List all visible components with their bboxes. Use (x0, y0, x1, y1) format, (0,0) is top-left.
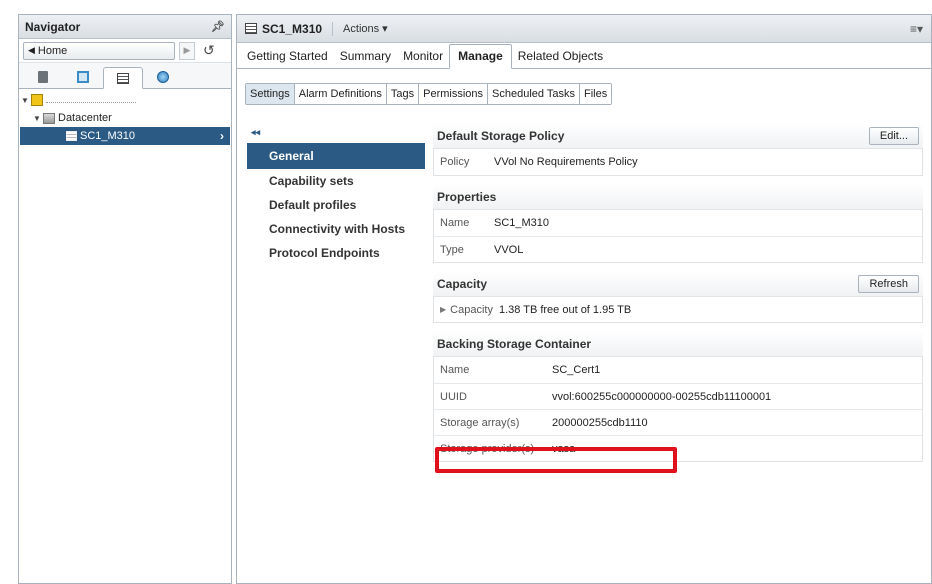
home-label: Home (37, 44, 68, 57)
navigator-header: Navigator 📌︎ (19, 15, 231, 39)
manage-subtabs: Settings Alarm Definitions Tags Permissi… (245, 83, 613, 105)
tree-item-vcenter[interactable]: ▼ (19, 91, 231, 109)
datacenter-label: Datacenter (58, 112, 112, 124)
expand-icon[interactable]: ▼ (21, 96, 31, 105)
section-properties: Properties (433, 184, 923, 210)
edit-button[interactable]: Edit... (868, 126, 919, 145)
tree-item-datacenter[interactable]: ▼ Datacenter (19, 109, 231, 127)
forward-button[interactable]: ▶ (179, 41, 195, 60)
menu-icon[interactable]: ≡▾ (910, 22, 923, 36)
section-title: Capacity (437, 276, 488, 291)
hosts-clusters-tab[interactable] (23, 66, 63, 88)
general-content: Default Storage Policy Edit... Policy VV… (433, 123, 923, 462)
refresh-button[interactable]: Refresh (858, 274, 919, 293)
navigator-pane: Navigator 📌︎ ◀ Home ▶ ↺ ▼ ▼ Datacenter S… (18, 14, 232, 584)
subtab-scheduled-tasks[interactable]: Scheduled Tasks (488, 84, 581, 104)
type-key: Type (440, 243, 464, 256)
network-icon (157, 71, 169, 83)
table-row: Storage array(s) 200000255cdb1110 (434, 409, 922, 435)
policy-value: VVol No Requirements Policy (494, 156, 638, 168)
expand-icon[interactable]: ▼ (33, 114, 43, 123)
object-tabs: Getting Started Summary Monitor Manage R… (237, 43, 931, 69)
settings-nav-general[interactable]: General (247, 143, 425, 169)
datacenter-icon (43, 112, 55, 124)
object-title: SC1_M310 (262, 21, 334, 36)
table-row: UUID vvol:600255c000000000-00255cdb11100… (434, 383, 922, 409)
history-icon[interactable]: ↺ (203, 42, 215, 59)
object-header: SC1_M310 Actions ▾ ≡▾ (237, 15, 931, 43)
policy-table: Policy VVol No Requirements Policy (433, 149, 923, 176)
datastore-icon (66, 131, 77, 141)
vm-icon (77, 71, 89, 83)
subtab-alarm-definitions[interactable]: Alarm Definitions (294, 84, 387, 104)
subtab-tags[interactable]: Tags (386, 84, 420, 104)
capacity-value: 1.38 TB free out of 1.95 TB (498, 303, 632, 316)
backing-value: vvol:600255c000000000-00255cdb11100001 (552, 390, 772, 403)
subtab-settings[interactable]: Settings (246, 84, 295, 104)
settings-nav-capability-sets[interactable]: Capability sets (247, 169, 425, 193)
backing-value: 200000255cdb1110 (552, 416, 648, 429)
section-title: Properties (437, 189, 497, 204)
networking-tab[interactable] (143, 66, 183, 88)
navigator-title: Navigator (25, 19, 81, 34)
collapse-icon[interactable]: ◂◂ (247, 127, 425, 143)
section-title: Backing Storage Container (437, 336, 592, 351)
pin-icon[interactable]: 📌︎ (211, 20, 225, 33)
settings-nav-connectivity-hosts[interactable]: Connectivity with Hosts (247, 217, 425, 241)
backing-key: Storage array(s) (440, 416, 520, 429)
actions-menu[interactable]: Actions ▾ (343, 22, 388, 35)
storage-tab[interactable] (103, 67, 143, 89)
backing-key: UUID (440, 390, 467, 403)
tab-manage[interactable]: Manage (449, 44, 512, 69)
backing-key: Name (440, 364, 470, 376)
capacity-row[interactable]: ▶ Capacity 1.38 TB free out of 1.95 TB (433, 297, 923, 323)
table-row: Name SC1_M310 (434, 210, 922, 236)
storage-icon (117, 72, 129, 84)
vcenter-label (46, 97, 136, 103)
section-title: Default Storage Policy (437, 128, 565, 143)
tab-getting-started[interactable]: Getting Started (241, 49, 334, 68)
datastore-label: SC1_M310 (80, 130, 136, 142)
tree-item-selected-datastore[interactable]: SC1_M310 › (20, 127, 230, 145)
settings-nav-default-profiles[interactable]: Default profiles (247, 193, 425, 217)
back-arrow-icon: ◀ (28, 45, 35, 55)
section-default-storage-policy: Default Storage Policy Edit... (433, 123, 923, 149)
expand-triangle-icon[interactable]: ▶ (440, 305, 446, 314)
capacity-label: Capacity (450, 303, 493, 316)
home-row: ◀ Home ▶ ↺ (19, 39, 231, 63)
inventory-tree: ▼ ▼ Datacenter SC1_M310 › (19, 89, 231, 145)
section-capacity: Capacity Refresh (433, 271, 923, 297)
policy-key: Policy (440, 156, 470, 168)
main-pane: SC1_M310 Actions ▾ ≡▾ Getting Started Su… (236, 14, 932, 584)
host-icon (38, 71, 48, 83)
vms-templates-tab[interactable] (63, 66, 103, 88)
backing-value: SC_Cert1 (552, 364, 601, 376)
chevron-right-icon[interactable]: › (220, 129, 224, 143)
type-value: VVOL (494, 243, 524, 256)
subtab-permissions[interactable]: Permissions (419, 84, 489, 104)
settings-nav-protocol-endpoints[interactable]: Protocol Endpoints (247, 241, 425, 265)
home-button[interactable]: ◀ Home (23, 41, 175, 60)
tab-summary[interactable]: Summary (334, 49, 397, 68)
inventory-tabs (19, 63, 231, 89)
table-row: Type VVOL (434, 236, 922, 262)
section-backing-storage: Backing Storage Container (433, 331, 923, 357)
datastore-icon (245, 23, 257, 34)
subtab-files[interactable]: Files (580, 84, 612, 104)
vcenter-icon (31, 94, 43, 106)
storage-array-highlight-box (435, 447, 677, 473)
table-row: Policy VVol No Requirements Policy (434, 149, 922, 175)
table-row: Name SC_Cert1 (434, 357, 922, 383)
tab-related-objects[interactable]: Related Objects (512, 49, 609, 68)
settings-nav: ◂◂ General Capability sets Default profi… (247, 127, 425, 265)
name-key: Name (440, 217, 470, 229)
tab-monitor[interactable]: Monitor (397, 49, 449, 68)
name-value: SC1_M310 (494, 217, 550, 229)
properties-table: Name SC1_M310 Type VVOL (433, 210, 923, 263)
